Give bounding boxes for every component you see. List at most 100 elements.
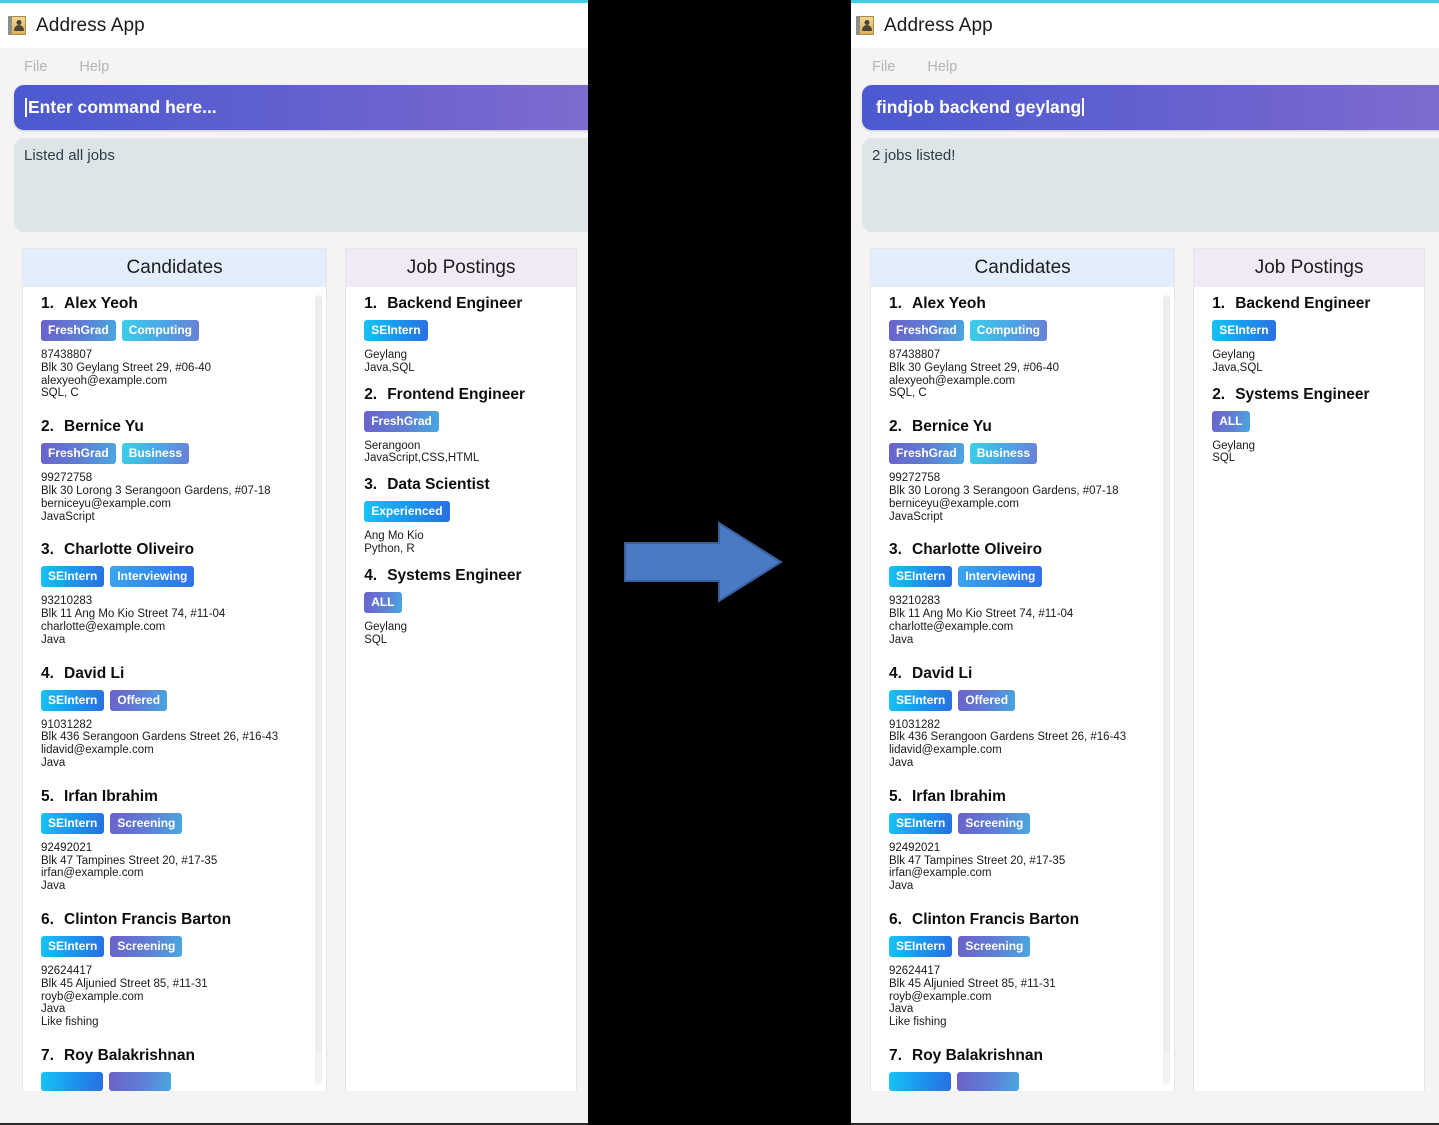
job-entry[interactable]: 4. Systems Engineer ALL Geylang SQL: [346, 567, 576, 647]
command-input[interactable]: Enter command here...: [14, 85, 588, 130]
job-skills: Java,SQL: [364, 361, 415, 374]
candidate-email: alexyeoh@example.com: [41, 374, 168, 387]
candidates-panel-title: Candidates: [871, 249, 1175, 287]
candidate-header: 5. Irfan Ibrahim: [41, 788, 312, 806]
tag-badge: SEIntern: [889, 935, 953, 957]
candidate-tags: [889, 1071, 1160, 1091]
job-index: 1.: [1212, 295, 1226, 312]
jobs-list[interactable]: 1. Backend Engineer SEIntern Geylang Java,SQ…: [1194, 287, 1424, 1093]
tag-badge: FreshGrad: [889, 320, 964, 341]
menu-file[interactable]: File: [24, 59, 47, 75]
candidate-tags: SEIntern Offered: [41, 689, 312, 711]
candidate-details: 87438807 Blk 30 Geylang Street 29, #06-40…: [41, 349, 312, 400]
candidate-entry[interactable]: 1. Alex Yeoh FreshGrad Computing 87438807 Blk…: [23, 295, 326, 400]
tag-badge: FreshGrad: [889, 443, 964, 465]
candidates-list[interactable]: 1. Alex Yeoh FreshGrad Computing 87438807 Blk…: [871, 287, 1174, 1093]
tag-badge: SEIntern: [41, 689, 105, 711]
jobs-list[interactable]: 1. Backend Engineer SEIntern Geylang Java,SQ…: [346, 287, 576, 1093]
candidate-header: 3. Charlotte Oliveiro: [889, 541, 1160, 559]
candidate-entry[interactable]: 4. David Li SEIntern Offered 91031282 Blk 436…: [23, 665, 326, 770]
candidate-index: 6.: [889, 910, 902, 928]
job-header: 1. Backend Engineer: [1212, 295, 1410, 313]
job-title: Systems Engineer: [1235, 385, 1370, 403]
scrollbar-thumb[interactable]: [1163, 297, 1171, 1053]
address-book-icon: [856, 16, 874, 35]
candidate-tags: [41, 1071, 312, 1091]
candidate-tags: SEIntern Screening: [889, 935, 1160, 957]
candidate-index: 3.: [41, 541, 54, 559]
candidate-entry[interactable]: 6. Clinton Francis Barton SEIntern Screenin…: [871, 911, 1174, 1029]
command-input[interactable]: findjob backend geylang: [862, 85, 1439, 130]
jobs-panel-title: Job Postings: [346, 249, 576, 287]
titlebar-before: Address App: [0, 3, 588, 48]
job-entry[interactable]: 1. Backend Engineer SEIntern Geylang Java,SQ…: [346, 295, 576, 375]
candidate-entry[interactable]: 3. Charlotte Oliveiro SEIntern Interviewing…: [871, 541, 1174, 646]
job-tags: ALL: [364, 591, 562, 613]
tag-badge: Screening: [958, 935, 1031, 957]
candidate-header: 2. Bernice Yu: [889, 418, 1160, 436]
jobs-panel: Job Postings 1. Backend Engineer SEIntern G…: [1193, 248, 1425, 1094]
candidate-entry[interactable]: 1. Alex Yeoh FreshGrad Computing 87438807 Blk…: [871, 295, 1174, 400]
candidate-name: Roy Balakrishnan: [912, 1046, 1043, 1064]
window-before: Address App File Help Enter command here…: [0, 0, 588, 1125]
candidate-name: Irfan Ibrahim: [64, 787, 158, 805]
candidate-address: Blk 30 Geylang Street 29, #06-40: [889, 361, 1060, 374]
candidate-email: lidavid@example.com: [889, 744, 1002, 757]
candidate-phone: 87438807: [41, 349, 93, 361]
command-input-text: Enter command here...: [25, 97, 217, 117]
job-title: Data Scientist: [387, 476, 490, 494]
candidate-header: 4. David Li: [41, 665, 312, 683]
candidate-entry[interactable]: 2. Bernice Yu FreshGrad Business 99272758 Blk…: [23, 418, 326, 523]
right-arrow-icon: [624, 521, 783, 603]
candidate-details: 93210283 Blk 11 Ang Mo Kio Street 74, #11…: [41, 595, 312, 646]
candidate-entry[interactable]: 6. Clinton Francis Barton SEIntern Screenin…: [23, 911, 326, 1029]
job-tags: FreshGrad: [364, 410, 562, 432]
job-header: 1. Backend Engineer: [364, 295, 562, 313]
candidate-entry[interactable]: 7. Roy Balakrishnan: [23, 1047, 326, 1091]
menu-file[interactable]: File: [872, 59, 895, 75]
candidate-address: Blk 30 Geylang Street 29, #06-40: [41, 361, 212, 374]
tag-badge: Computing: [121, 320, 200, 341]
candidate-tags: SEIntern Offered: [889, 689, 1160, 711]
candidate-entry[interactable]: 3. Charlotte Oliveiro SEIntern Interviewing…: [23, 541, 326, 646]
candidate-name: Alex Yeoh: [912, 295, 986, 312]
job-tags: SEIntern: [1212, 320, 1410, 341]
candidate-entry[interactable]: 5. Irfan Ibrahim SEIntern Screening 92492021…: [23, 788, 326, 893]
tag-badge: SEIntern: [41, 566, 105, 588]
candidate-phone: 93210283: [889, 595, 941, 608]
candidate-entry[interactable]: 4. David Li SEIntern Offered 91031282 Blk 436…: [871, 665, 1174, 770]
job-entry[interactable]: 3. Data Scientist Experienced Ang Mo Kio Pyt…: [346, 476, 576, 556]
job-entry[interactable]: 2. Systems Engineer ALL Geylang SQL: [1194, 386, 1424, 466]
candidate-skills: Java: [41, 880, 66, 893]
candidate-entry[interactable]: 7. Roy Balakrishnan: [871, 1047, 1174, 1091]
candidate-index: 7.: [889, 1046, 902, 1064]
candidate-name: David Li: [64, 664, 125, 682]
menu-help[interactable]: Help: [927, 59, 957, 75]
candidate-address: Blk 436 Serangoon Gardens Street 26, #16…: [41, 731, 279, 744]
menu-help[interactable]: Help: [79, 59, 109, 75]
candidate-email: berniceyu@example.com: [41, 497, 171, 510]
tag-badge: Interviewing: [958, 566, 1043, 588]
candidates-list[interactable]: 1. Alex Yeoh FreshGrad Computing 87438807 Blk…: [23, 287, 326, 1093]
command-input-text: findjob backend geylang: [876, 97, 1084, 118]
job-entry[interactable]: 2. Frontend Engineer FreshGrad Serangoon Jav…: [346, 386, 576, 466]
candidate-skills: JavaScript: [889, 510, 943, 523]
app-title: Address App: [884, 14, 993, 36]
titlebar-after: Address App: [851, 3, 1439, 48]
job-location: Serangoon: [364, 439, 421, 452]
candidate-header: 3. Charlotte Oliveiro: [41, 541, 312, 559]
candidate-address: Blk 30 Lorong 3 Serangoon Gardens, #07-1…: [889, 484, 1119, 497]
candidate-header: 6. Clinton Francis Barton: [41, 911, 312, 929]
job-entry[interactable]: 1. Backend Engineer SEIntern Geylang Java,SQ…: [1194, 295, 1424, 375]
tag-badge: Offered: [958, 689, 1016, 711]
job-details: Geylang SQL: [364, 621, 562, 647]
candidate-header: 6. Clinton Francis Barton: [889, 911, 1160, 929]
scrollbar-thumb[interactable]: [315, 297, 323, 1053]
candidate-skills: Java: [889, 633, 914, 646]
candidate-email: charlotte@example.com: [41, 620, 166, 633]
candidate-details: 91031282 Blk 436 Serangoon Gardens Street…: [889, 719, 1160, 770]
candidate-entry[interactable]: 5. Irfan Ibrahim SEIntern Screening 92492021…: [871, 788, 1174, 893]
candidate-entry[interactable]: 2. Bernice Yu FreshGrad Business 99272758 Blk…: [871, 418, 1174, 523]
candidate-details: 92624417 Blk 45 Aljunied Street 85, #11-3…: [41, 965, 312, 1029]
tag-badge: Screening: [110, 935, 183, 957]
